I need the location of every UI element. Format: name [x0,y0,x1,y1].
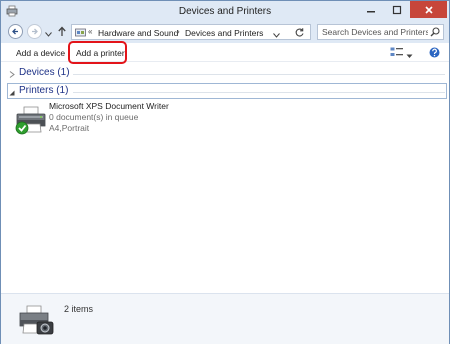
minimize-button[interactable] [358,1,384,18]
arrow-up-icon [58,26,66,36]
devices-and-printers-window: Devices and Printers « Hardware and Soun… [0,0,450,344]
address-bar[interactable]: « Hardware and Sound › Devices and Print… [71,24,311,40]
breadcrumb-hardware-and-sound[interactable]: Hardware and Sound [98,28,178,38]
details-pane: 2 items [1,293,449,344]
printer-paper-setting: A4,Portrait [49,123,90,133]
group-divider [73,74,445,75]
magnifier-icon[interactable] [430,27,440,39]
devices-group-header[interactable]: Devices (1) [9,67,445,80]
devices-group-title: Devices (1) [19,67,70,78]
close-button[interactable] [410,1,447,18]
navigation-bar: « Hardware and Sound › Devices and Print… [1,21,449,43]
printers-group-title: Printers (1) [19,85,69,96]
group-divider [73,92,445,93]
expand-arrow-icon [9,70,15,80]
up-button[interactable] [57,26,67,39]
title-bar: Devices and Printers [1,1,449,21]
collapse-arrow-icon [9,88,15,98]
breadcrumb-overflow[interactable]: « [88,27,92,36]
help-icon[interactable] [429,47,440,60]
address-history-chevron-icon[interactable] [273,30,280,40]
change-view-icon[interactable] [390,47,403,60]
back-button[interactable] [8,24,23,39]
devices-and-printers-icon [15,302,55,340]
add-device-button[interactable]: Add a device [16,48,65,58]
printer-queue-status: 0 document(s) in queue [49,112,139,122]
search-box [317,24,444,40]
printer-name: Microsoft XPS Document Writer [49,101,169,111]
arrow-right-icon [32,28,38,35]
forward-button[interactable] [27,24,42,39]
printer-icon [15,105,47,137]
arrow-left-icon [12,28,18,35]
search-input[interactable] [318,25,428,39]
refresh-icon[interactable] [294,27,305,40]
control-panel-icon [75,27,86,40]
view-options-chevron-icon[interactable] [406,51,413,61]
add-printer-highlight [68,41,127,64]
maximize-button[interactable] [384,1,410,18]
breadcrumb-devices-and-printers[interactable]: Devices and Printers [185,28,263,38]
item-count: 2 items [64,304,94,314]
printer-item-xps-writer[interactable]: Microsoft XPS Document Writer 0 document… [15,101,169,141]
printers-group-header[interactable]: Printers (1) [9,85,445,98]
close-icon [424,5,433,14]
breadcrumb-separator[interactable]: › [177,27,180,36]
recent-locations-chevron-icon[interactable] [45,29,52,39]
